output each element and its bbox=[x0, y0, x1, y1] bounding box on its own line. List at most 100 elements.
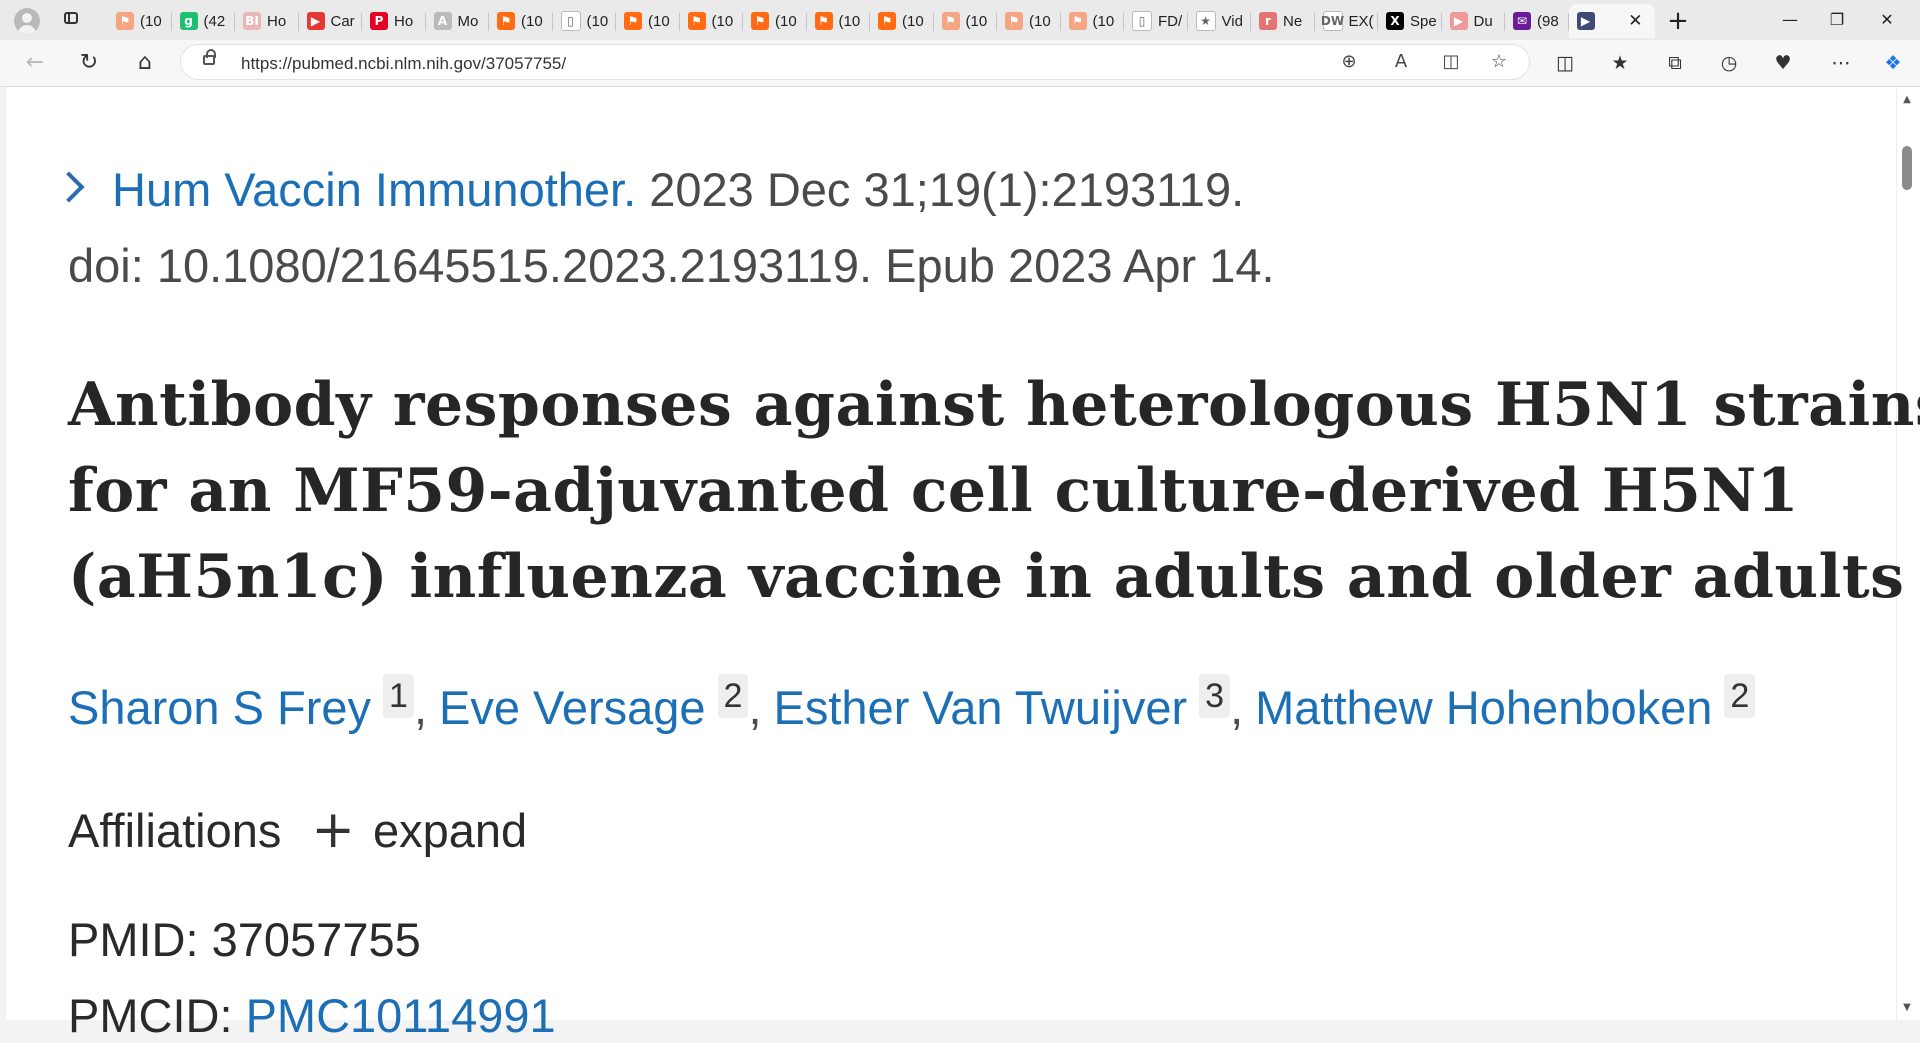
bookmark-icon: ⚑ bbox=[751, 12, 769, 30]
expand-button[interactable]: expand bbox=[373, 803, 527, 858]
browser-tab[interactable]: ▶ Car bbox=[299, 4, 363, 38]
new-tab-button[interactable]: + bbox=[1663, 6, 1693, 36]
page-icon: ▯ bbox=[560, 11, 581, 31]
bookmark-icon: ⚑ bbox=[116, 12, 134, 30]
youtube-icon: ▶ bbox=[306, 12, 325, 30]
tab-title: Du bbox=[1473, 12, 1493, 30]
plus-icon[interactable]: + bbox=[311, 800, 355, 860]
tab-title: Car bbox=[330, 12, 355, 30]
browser-tab[interactable]: ⚑ (10 bbox=[489, 4, 553, 38]
browser-tab[interactable]: ✉ (98 bbox=[1505, 4, 1569, 38]
browser-tab[interactable]: ▯ (10 bbox=[553, 4, 617, 38]
pmcid-label: PMCID: bbox=[68, 989, 233, 1042]
journal-link[interactable]: Hum Vaccin Immunother. bbox=[112, 163, 636, 216]
tab-title: EX( bbox=[1348, 12, 1374, 30]
window-close-button[interactable]: ✕ bbox=[1862, 6, 1912, 34]
collections-icon[interactable]: ⧉ bbox=[1660, 48, 1690, 78]
browser-tab[interactable]: DW EX( bbox=[1315, 4, 1379, 38]
affiliation-badge[interactable]: 2 bbox=[1724, 674, 1756, 718]
pmcid-link[interactable]: PMC10114991 bbox=[246, 989, 556, 1042]
browser-tab[interactable]: ⚑ (10 bbox=[1061, 4, 1125, 38]
ai-icon: A bbox=[433, 12, 452, 30]
immersive-reader-icon[interactable]: ◫ bbox=[1438, 49, 1464, 75]
x-icon: X bbox=[1386, 12, 1404, 30]
author-list: Sharon S Frey 1, Eve Versage 2, Esther V… bbox=[68, 674, 1756, 735]
author-link[interactable]: Esther Van Twuijver bbox=[774, 680, 1188, 735]
browser-tab[interactable]: ★ Vid bbox=[1188, 4, 1252, 38]
browser-tab[interactable]: g (42 bbox=[172, 4, 236, 38]
browser-tab[interactable]: ⚑ (10 bbox=[743, 4, 807, 38]
browser-tab[interactable]: ⚑ (10 bbox=[680, 4, 744, 38]
tab-title: (10 bbox=[140, 12, 162, 30]
author-link[interactable]: Matthew Hohenboken bbox=[1255, 680, 1712, 735]
favorites-icon[interactable]: ★ bbox=[1605, 48, 1635, 78]
browser-tab[interactable]: X Spe bbox=[1378, 4, 1442, 38]
zoom-icon[interactable]: ⊕ bbox=[1336, 49, 1362, 75]
browser-tab[interactable]: A Mo bbox=[426, 4, 490, 38]
tab-title: Vid bbox=[1221, 12, 1243, 30]
tab-title: (10 bbox=[1092, 12, 1115, 30]
tab-actions-icon[interactable] bbox=[62, 10, 82, 28]
pmid-row: PMID: 37057755 bbox=[68, 912, 421, 967]
copilot-icon[interactable]: ❖ bbox=[1878, 48, 1908, 78]
url-text[interactable]: https://pubmed.ncbi.nlm.nih.gov/37057755… bbox=[241, 54, 566, 74]
affiliation-badge[interactable]: 1 bbox=[383, 674, 414, 718]
pmid-label: PMID: bbox=[68, 913, 199, 966]
tab-title: FD/ bbox=[1158, 12, 1183, 30]
performance-icon[interactable]: ♥ bbox=[1768, 48, 1798, 78]
affiliation-badge[interactable]: 2 bbox=[717, 674, 749, 718]
scroll-up-icon[interactable]: ▲ bbox=[1901, 94, 1913, 105]
more-menu-icon[interactable]: ⋯ bbox=[1826, 48, 1856, 78]
bookmark-icon: ⚑ bbox=[624, 12, 642, 30]
minimize-button[interactable]: — bbox=[1765, 6, 1815, 34]
refresh-button[interactable]: ↻ bbox=[74, 48, 104, 78]
bookmark-icon: ⚑ bbox=[1068, 12, 1087, 30]
maximize-button[interactable]: ❐ bbox=[1812, 6, 1862, 34]
home-button[interactable]: ⌂ bbox=[130, 48, 160, 78]
favorite-star-icon[interactable]: ☆ bbox=[1486, 49, 1512, 75]
profile-icon[interactable] bbox=[14, 8, 40, 34]
browser-tab[interactable]: ▯ FD/ bbox=[1124, 4, 1188, 38]
pin-icon: P bbox=[370, 12, 388, 30]
tab-title: (42 bbox=[203, 12, 226, 30]
citation-text: 2023 Dec 31;19(1):2193119. bbox=[649, 163, 1245, 216]
tab-title: (10 bbox=[586, 12, 609, 30]
scrollbar-thumb[interactable] bbox=[1902, 146, 1912, 190]
browser-tab[interactable]: P Ho bbox=[362, 4, 426, 38]
browser-tab[interactable]: ⚑ (10 bbox=[616, 4, 680, 38]
browser-tab[interactable]: ⚑ (10 bbox=[807, 4, 871, 38]
author-link[interactable]: Eve Versage bbox=[439, 680, 706, 735]
close-tab-icon[interactable]: ✕ bbox=[1628, 11, 1642, 31]
address-toolbar: ← ↻ ⌂ https://pubmed.ncbi.nlm.nih.gov/37… bbox=[0, 40, 1920, 87]
lock-icon[interactable] bbox=[203, 49, 216, 65]
tab-title: (10 bbox=[1029, 12, 1051, 30]
browser-tab[interactable]: ⚑ (10 bbox=[997, 4, 1061, 38]
read-aloud-icon[interactable]: A bbox=[1388, 49, 1414, 75]
tab-title: (10 bbox=[648, 12, 670, 30]
browser-tab[interactable]: ⚑ (10 bbox=[870, 4, 934, 38]
history-icon[interactable]: ◷ bbox=[1714, 48, 1744, 78]
split-screen-icon[interactable]: ◫ bbox=[1550, 48, 1580, 78]
browser-tab[interactable]: ⚑ (10 bbox=[934, 4, 998, 38]
tab-title: (10 bbox=[521, 12, 543, 30]
back-button[interactable]: ← bbox=[20, 48, 50, 78]
browser-tab[interactable]: ⚑ (10 bbox=[108, 4, 172, 38]
tab-title: Ho bbox=[394, 12, 414, 30]
author-link[interactable]: Sharon S Frey bbox=[68, 680, 371, 735]
affiliations-label: Affiliations bbox=[68, 803, 282, 857]
scroll-down-icon[interactable]: ▼ bbox=[1901, 1002, 1913, 1013]
pmid-value: 37057755 bbox=[211, 913, 421, 966]
citation-line: Hum Vaccin Immunother. 2023 Dec 31;19(1)… bbox=[53, 162, 1245, 217]
affiliation-badge[interactable]: 3 bbox=[1199, 674, 1231, 718]
tab-title: (10 bbox=[775, 12, 797, 30]
active-browser-tab[interactable]: ▶ ✕ bbox=[1568, 4, 1655, 38]
tab-title: (10 bbox=[711, 12, 734, 30]
doi-line: doi: 10.1080/21645515.2023.2193119. Epub… bbox=[68, 239, 1275, 292]
browser-tab[interactable]: ▶ Du bbox=[1442, 4, 1506, 38]
browser-tab[interactable]: r Ne bbox=[1251, 4, 1315, 38]
address-bar[interactable]: https://pubmed.ncbi.nlm.nih.gov/37057755… bbox=[180, 44, 1530, 80]
browser-tab[interactable]: BI Ho bbox=[235, 4, 299, 38]
tab-title: Spe bbox=[1410, 12, 1437, 30]
bookmark-icon: ⚑ bbox=[687, 12, 706, 30]
g-icon: g bbox=[179, 12, 198, 30]
